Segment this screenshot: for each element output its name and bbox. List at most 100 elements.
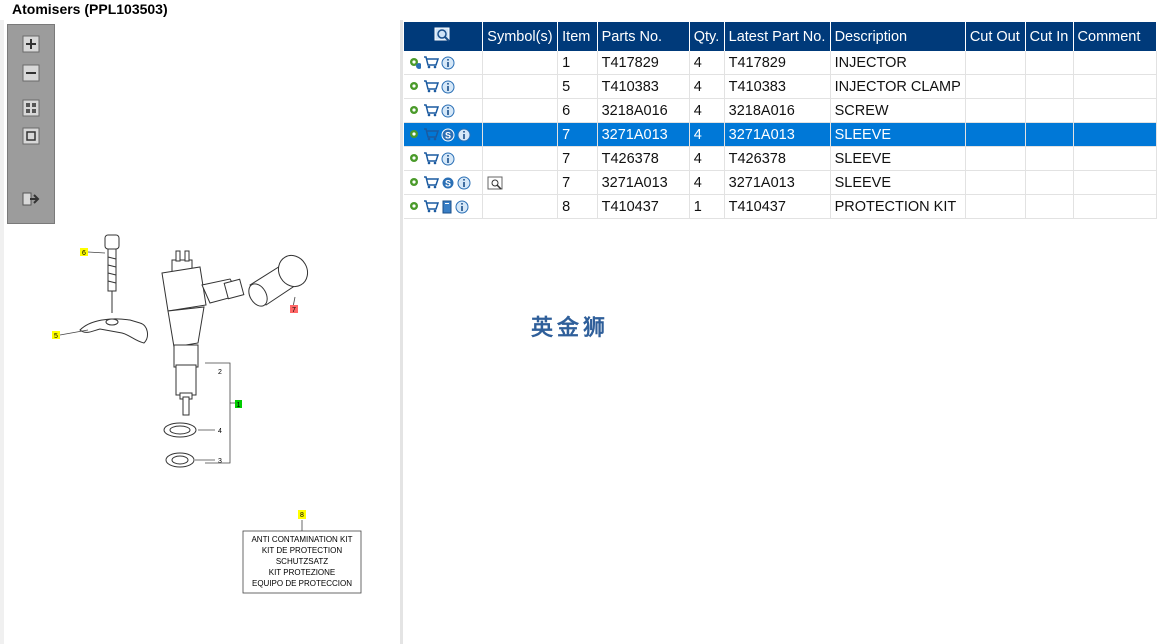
- table-row[interactable]: 6 3218A016 4 3218A016 SCREW: [404, 98, 1157, 123]
- parts-diagram[interactable]: 6 5 7 1 2 4 3 8 ANTI CONTAMINATION KIT K…: [40, 225, 380, 605]
- column-header-cut-out[interactable]: Cut Out: [965, 22, 1026, 51]
- table-row[interactable]: 1 T417829 4 T417829 INJECTOR: [404, 51, 1157, 75]
- cart-icon[interactable]: [423, 104, 439, 117]
- supersession-icon[interactable]: S: [441, 128, 455, 142]
- row-actions: [404, 51, 484, 75]
- cell-symbols: [482, 51, 559, 75]
- cell-comment: [1073, 74, 1157, 99]
- document-icon[interactable]: [441, 200, 453, 214]
- column-header-symbols[interactable]: Symbol(s): [482, 22, 559, 51]
- column-header-description[interactable]: Description: [830, 22, 966, 51]
- table-row[interactable]: 8 T410437 1 T410437 PROTECTION KIT: [404, 194, 1157, 219]
- gears-icon[interactable]: [408, 56, 421, 70]
- svg-text:S: S: [445, 178, 451, 188]
- row-actions: [404, 194, 484, 219]
- callout-7: 7: [292, 307, 296, 314]
- cell-cut-out: [965, 51, 1026, 75]
- cell-parts-no: T410383: [597, 74, 690, 99]
- gear-icon[interactable]: [408, 152, 421, 165]
- zoom-out-icon[interactable]: [22, 64, 40, 82]
- kit-label-line-3: SCHUTZSATZ: [276, 557, 328, 566]
- cart-icon[interactable]: [423, 80, 439, 93]
- cell-cut-out: [965, 74, 1026, 99]
- cell-symbols: [482, 74, 559, 99]
- info-icon[interactable]: [457, 128, 471, 142]
- export-icon[interactable]: [22, 190, 40, 208]
- info-icon[interactable]: [455, 200, 469, 214]
- cart-icon[interactable]: [423, 56, 439, 69]
- info-icon[interactable]: [441, 80, 455, 94]
- cell-qty: 4: [689, 170, 725, 195]
- cart-icon[interactable]: [423, 176, 439, 189]
- info-icon[interactable]: [441, 104, 455, 118]
- gear-icon[interactable]: [408, 128, 421, 141]
- svg-text:S: S: [445, 130, 451, 140]
- kit-label-line-4: KIT PROTEZIONE: [269, 568, 336, 577]
- column-header-parts-no[interactable]: Parts No.: [597, 22, 690, 51]
- cell-description: SLEEVE: [830, 122, 966, 147]
- fit-window-icon[interactable]: [22, 127, 40, 145]
- washer-part: [163, 422, 197, 438]
- column-header-item[interactable]: Item: [557, 22, 598, 51]
- row-actions: S: [404, 122, 484, 147]
- kit-label-line-1: ANTI CONTAMINATION KIT: [251, 535, 352, 544]
- kit-label-line-2: KIT DE PROTECTION: [262, 546, 343, 555]
- cell-cut-in: [1025, 74, 1074, 99]
- sleeve-part: [248, 254, 309, 307]
- cell-cut-out: [965, 98, 1026, 123]
- cell-cut-in: [1025, 146, 1074, 171]
- supersession-icon[interactable]: S: [441, 176, 455, 190]
- table-row[interactable]: S 7 3271A013 4 3271A013 SLEEVE: [404, 122, 1157, 147]
- zoom-in-icon[interactable]: [22, 35, 40, 53]
- cell-item: 6: [557, 98, 598, 123]
- cell-symbols: [482, 146, 559, 171]
- cell-description: SLEEVE: [830, 170, 966, 195]
- gear-icon[interactable]: [408, 176, 421, 189]
- info-icon[interactable]: [441, 56, 455, 70]
- cart-icon[interactable]: [423, 200, 439, 213]
- cell-parts-no: 3271A013: [597, 170, 690, 195]
- table-row[interactable]: 7 T426378 4 T426378 SLEEVE: [404, 146, 1157, 171]
- cell-latest-part-no: T417829: [724, 51, 831, 75]
- cell-cut-out: [965, 170, 1026, 195]
- cell-parts-no: T426378: [597, 146, 690, 171]
- cell-item: 1: [557, 51, 598, 75]
- cell-item: 5: [557, 74, 598, 99]
- table-row[interactable]: S 7 3271A013 4 3271A013 SLEEVE: [404, 170, 1157, 195]
- cart-icon[interactable]: [423, 128, 439, 141]
- cell-latest-part-no: 3218A016: [724, 98, 831, 123]
- title-bar: Atomisers (PPL103503): [0, 0, 1157, 20]
- illustration-icon[interactable]: [487, 176, 505, 190]
- screw-part: [104, 234, 120, 313]
- row-actions: [404, 146, 484, 171]
- cell-description: SCREW: [830, 98, 966, 123]
- kit-label-line-5: EQUIPO DE PROTECCION: [252, 579, 352, 588]
- column-header-comment[interactable]: Comment: [1073, 22, 1157, 51]
- gear-icon[interactable]: [408, 200, 421, 213]
- cell-symbols: [482, 194, 559, 219]
- window-title: Atomisers (PPL103503): [12, 1, 168, 17]
- diagram-toolbar: [7, 24, 55, 224]
- cell-latest-part-no: T410383: [724, 74, 831, 99]
- cell-latest-part-no: 3271A013: [724, 122, 831, 147]
- injector-part: [161, 250, 245, 416]
- cell-item: 8: [557, 194, 598, 219]
- info-icon[interactable]: [441, 152, 455, 166]
- column-header-cut-in[interactable]: Cut In: [1025, 22, 1074, 51]
- cell-parts-no: T417829: [597, 51, 690, 75]
- row-actions: [404, 98, 484, 123]
- cell-comment: [1073, 170, 1157, 195]
- column-header-latest-part-no[interactable]: Latest Part No.: [724, 22, 831, 51]
- table-body: 1 T417829 4 T417829 INJECTOR 5 T410383 4 T410383…: [404, 51, 1157, 219]
- column-header-qty[interactable]: Qty.: [689, 22, 725, 51]
- cell-comment: [1073, 146, 1157, 171]
- info-icon[interactable]: [457, 176, 471, 190]
- cell-cut-in: [1025, 170, 1074, 195]
- gear-icon[interactable]: [408, 104, 421, 117]
- cart-icon[interactable]: [423, 152, 439, 165]
- fit-all-icon[interactable]: [22, 99, 40, 117]
- column-header-locate[interactable]: [404, 22, 484, 51]
- cell-parts-no: T410437: [597, 194, 690, 219]
- gear-icon[interactable]: [408, 80, 421, 93]
- table-row[interactable]: 5 T410383 4 T410383 INJECTOR CLAMP: [404, 74, 1157, 99]
